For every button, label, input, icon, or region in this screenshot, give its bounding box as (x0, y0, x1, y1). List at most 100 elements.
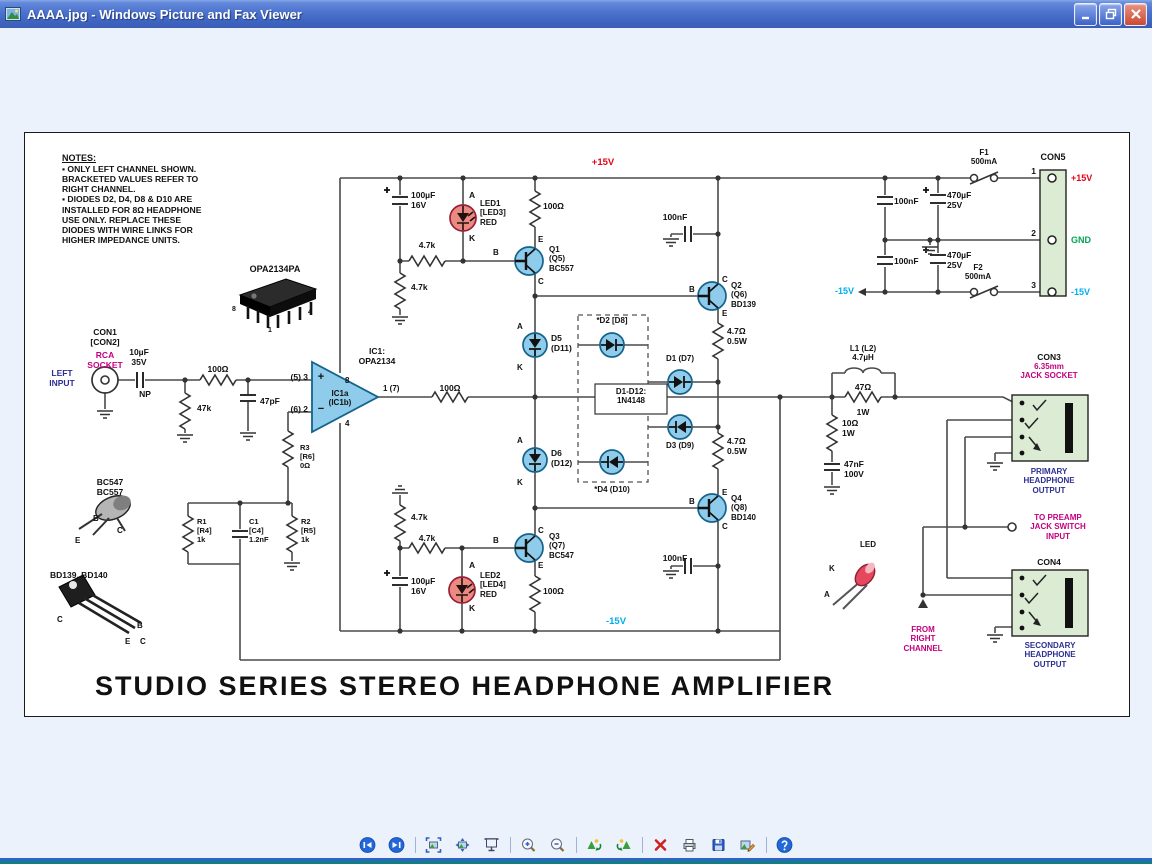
toolbar-button-best-fit[interactable] (423, 835, 445, 855)
schematic-label-primary: PRIMARY HEADPHONE OUTPUT (1023, 467, 1075, 495)
schematic-label-pin53: (5) 3 (290, 372, 308, 382)
rotate-counterclockwise-icon (616, 839, 631, 851)
schematic-label-con4: CON4 (1037, 557, 1061, 567)
restore-button[interactable] (1099, 2, 1122, 26)
schematic-label-r47-t: 4.7Ω 0.5W (727, 326, 747, 347)
minimize-icon (1081, 16, 1089, 20)
schematic-label-c100n-br: 100nF (662, 553, 688, 563)
schematic-label-opamp-minus: − (317, 403, 325, 415)
zoom-in-icon (522, 838, 536, 852)
toolbar-button-next-image[interactable] (386, 835, 408, 855)
schematic-label-led-pkg-a: A (824, 590, 830, 599)
schematic-label-d4: *D4 (D10) (594, 485, 630, 494)
schematic-label-c-47pf: 47pF (260, 396, 280, 406)
schematic-label-r3: R3 [R6] 0Ω (300, 443, 315, 470)
schematic-label-d5: D5 (D11) (551, 333, 572, 354)
schematic-label-q1-c: C (538, 277, 544, 286)
schematic-label-r1: R1 [R4] 1k (197, 517, 212, 544)
toolbar-button-slideshow[interactable] (481, 835, 503, 855)
schematic-label-q2: Q2 (Q6) BD139 (731, 281, 756, 309)
schematic-label-r-47k: 47k (197, 403, 212, 413)
window-title: AAAA.jpg - Windows Picture and Fax Viewe… (27, 6, 302, 22)
schematic-label-ic1a: IC1a (IC1b) (328, 389, 352, 408)
schematic-label-con5-p2: 2 (1031, 228, 1036, 238)
slideshow-icon (484, 838, 499, 852)
next-image-icon (388, 837, 405, 853)
schematic-label-opa-pkg: OPA2134PA (249, 264, 301, 274)
print-icon (683, 839, 696, 852)
schematic-label-q1-b: B (493, 248, 499, 257)
schematic-label-f1: F1 500mA (970, 148, 998, 167)
toolbar-separator (414, 837, 416, 853)
schematic-label-q4: Q4 (Q8) BD140 (731, 494, 756, 522)
toolbar-button-edit[interactable] (737, 835, 759, 855)
schematic-label-r2: R2 [R5] 1k (301, 517, 316, 544)
schematic-label-main-title: STUDIO SERIES STEREO HEADPHONE AMPLIFIER (95, 671, 835, 701)
restore-icon (1105, 8, 1116, 20)
schematic-label-q4-e: E (722, 488, 728, 497)
schematic-label-q1: Q1 (Q5) BC557 (549, 245, 574, 273)
schematic-label-q4-c: C (722, 522, 728, 531)
schematic-label-layer: NOTES: ▪ ONLY LEFT CHANNEL SHOWN. BRACKET… (25, 133, 1129, 716)
schematic-label-r-in: 100Ω (207, 364, 229, 374)
schematic-label-c470-1: 470µF 25V (947, 190, 972, 211)
schematic-label-c47n: 47nF 100V (844, 459, 864, 480)
toolbar-button-actual-size[interactable] (452, 835, 474, 855)
schematic-label-r47-o: 47Ω (854, 382, 872, 392)
schematic-label-bc-c: C (117, 526, 123, 535)
schematic-label-r100-q1: 100Ω (543, 201, 564, 211)
schematic-label-c100-top: 100µF 16V (411, 190, 436, 211)
schematic-label-l1: L1 (L2) 4.7µH (849, 344, 877, 363)
schematic-label-con5-p3: 3 (1031, 280, 1036, 290)
schematic-label-q3-c: C (538, 526, 544, 535)
help-icon (776, 837, 793, 853)
toolbar-separator (575, 837, 577, 853)
toolbar-separator (509, 837, 511, 853)
toolbar-button-print[interactable] (679, 835, 701, 855)
toolbar-button-zoom-in[interactable] (518, 835, 540, 855)
schematic-label-pin8: 8 (345, 376, 350, 385)
schematic-label-q3-e: E (538, 561, 544, 570)
viewer-toolbar (0, 832, 1152, 858)
schematic-label-q4-b: B (689, 497, 695, 506)
schematic-label-led2-a: A (469, 560, 476, 570)
schematic-label-r10: 10Ω 1W (842, 418, 859, 439)
close-button[interactable] (1124, 2, 1147, 26)
schematic-label-q1-e: E (538, 235, 544, 244)
minimize-button[interactable] (1074, 2, 1097, 26)
schematic-label-rca-socket: RCA SOCKET (87, 350, 123, 371)
toolbar-button-help[interactable] (774, 835, 796, 855)
schematic-label-r47k-h2: 4.7k (418, 533, 436, 543)
schematic-label-d3: D3 (D9) (665, 441, 695, 450)
toolbar-button-rotate-counterclockwise[interactable] (613, 835, 635, 855)
delete-icon (654, 839, 667, 851)
schematic-label-con1: CON1 [CON2] (90, 327, 120, 348)
best-fit-icon (425, 837, 442, 853)
toolbar-button-zoom-out[interactable] (547, 835, 569, 855)
toolbar-button-delete[interactable] (650, 835, 672, 855)
schematic-label-d2: *D2 [D8] (596, 316, 628, 325)
schematic-label-left-input: LEFT INPUT (49, 368, 75, 389)
toolbar-button-rotate-clockwise[interactable] (584, 835, 606, 855)
schematic-label-bd-e: E (125, 637, 131, 646)
toolbar-button-save[interactable] (708, 835, 730, 855)
schematic-label-opa-pin4: 4 (308, 309, 312, 316)
schematic-label-opa-pin1: 1 (268, 327, 272, 334)
schematic-label-bd-c1: C (57, 615, 63, 624)
toolbar-button-previous-image[interactable] (357, 835, 379, 855)
schematic-label-notes-title: NOTES: (62, 153, 97, 163)
schematic-label-pin62: (6) 2 (290, 404, 308, 414)
schematic-label-led1-a: A (469, 190, 476, 200)
schematic-label-bd139: BD139, BD140 (50, 570, 108, 580)
schematic-label-led1: LED1 [LED3] RED (480, 199, 506, 227)
close-icon (1130, 9, 1141, 19)
schematic-label-r47-b: 4.7Ω 0.5W (727, 436, 747, 457)
schematic-label-con5-v3: -15V (1071, 287, 1091, 297)
schematic-label-c100-bot: 100µF 16V (411, 576, 436, 597)
picture-viewer-icon (5, 7, 21, 21)
actual-size-icon (455, 838, 470, 852)
schematic-label-bc-e: E (75, 536, 81, 545)
schematic-label-r47k-h1: 4.7k (418, 240, 436, 250)
schematic-label-notes-body: ▪ ONLY LEFT CHANNEL SHOWN. BRACKETED VAL… (62, 164, 202, 245)
schematic-label-minus15-main: -15V (605, 616, 627, 627)
